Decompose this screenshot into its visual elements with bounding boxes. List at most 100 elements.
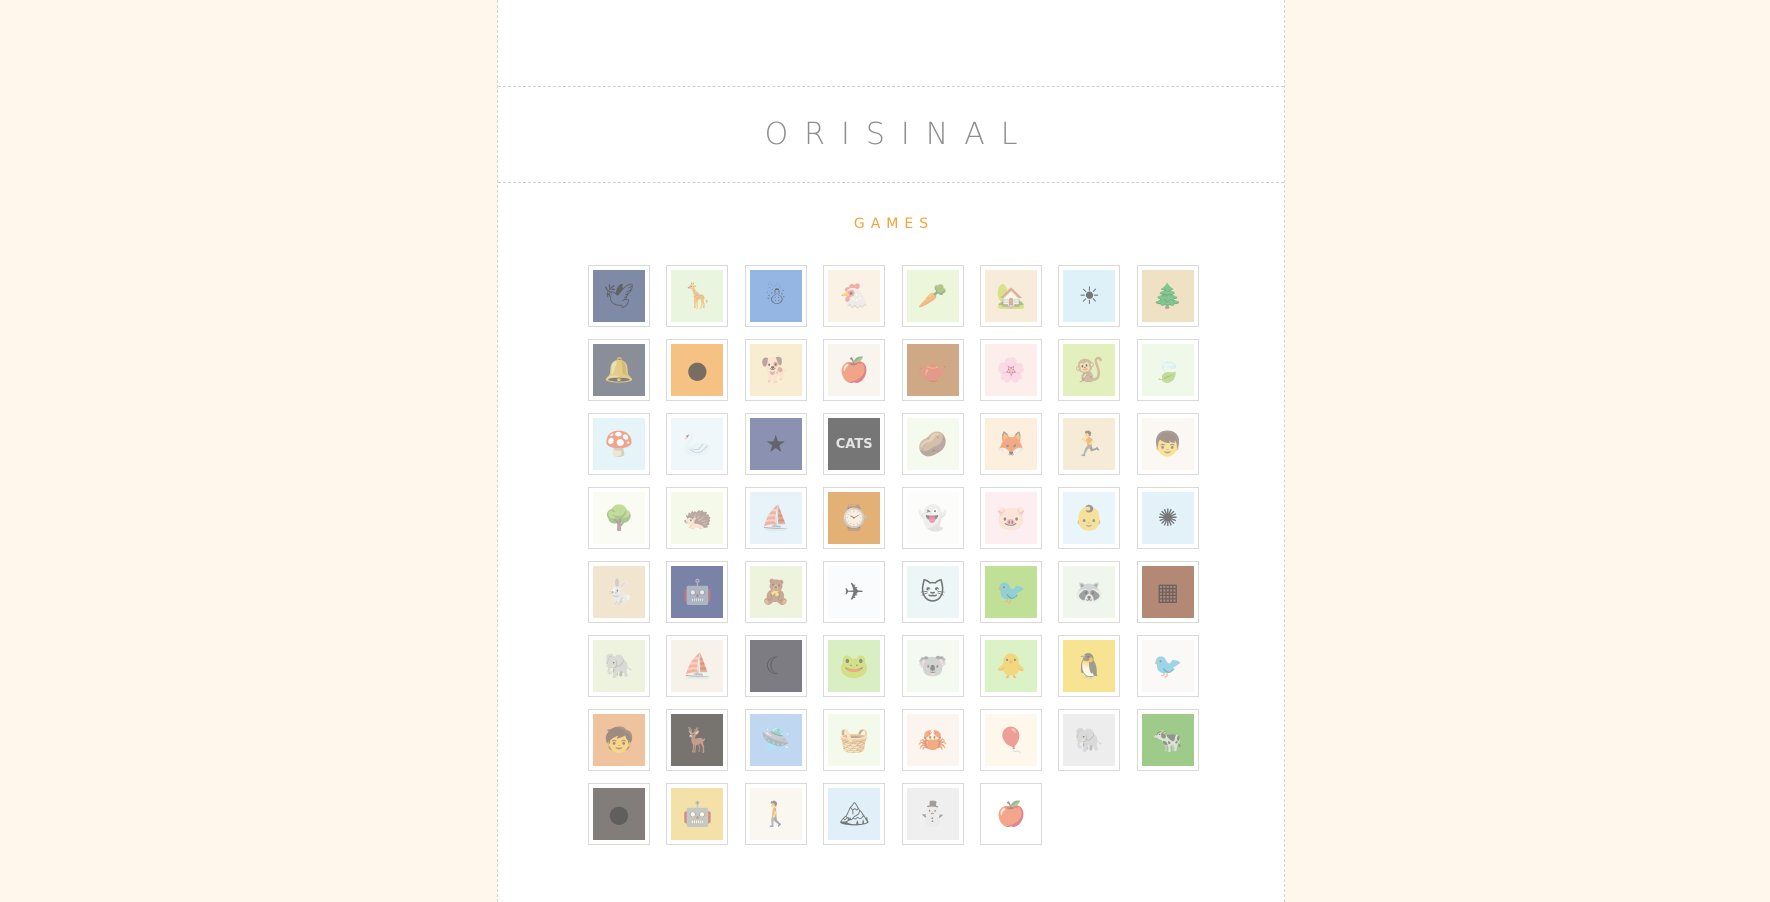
carrot-icon: 🥕 [906, 270, 959, 322]
crescent-moon-icon: ☾ [749, 640, 802, 692]
game-tile[interactable]: 🛸 [744, 709, 807, 771]
game-thumbnail-glyph: ● [686, 356, 708, 384]
game-thumbnail-glyph: 🦢 [682, 430, 713, 458]
game-tile[interactable]: ☾ [744, 635, 807, 697]
crab-icon: 🦀 [906, 714, 959, 766]
game-thumbnail-glyph: 🧒 [604, 726, 634, 754]
game-tile[interactable]: 🐧 [1058, 635, 1121, 697]
game-tile[interactable]: 🌸 [979, 339, 1042, 401]
game-tile[interactable]: ⌚ [823, 487, 886, 549]
game-tile[interactable]: 🤖 [666, 561, 729, 623]
game-tile[interactable]: ⛵ [744, 487, 807, 549]
game-tile[interactable]: 🐕 [744, 339, 807, 401]
star-icon: ★ [749, 418, 802, 470]
game-tile[interactable]: 🧺 [823, 709, 886, 771]
game-thumbnail-glyph: 🐨 [917, 652, 948, 680]
game-tile[interactable]: 🦝 [1058, 561, 1121, 623]
game-tile[interactable]: 🌳 [588, 487, 650, 549]
game-thumbnail-glyph: CATS [835, 436, 873, 452]
game-tile[interactable]: 🕊 [588, 265, 650, 327]
game-thumbnail-glyph: 🍎 [839, 356, 870, 384]
game-tile[interactable]: 🧸 [744, 561, 807, 623]
game-tile[interactable]: 🍎 [823, 339, 886, 401]
game-thumbnail-glyph: 🎈 [996, 726, 1026, 754]
game-tile[interactable]: 🏃 [1058, 413, 1121, 475]
game-thumbnail-glyph: 🦝 [1074, 578, 1105, 606]
game-thumbnail-glyph: 🏡 [996, 282, 1026, 310]
game-tile[interactable]: 🫖 [901, 339, 964, 401]
game-tile[interactable]: ▦ [1136, 561, 1199, 623]
game-tile[interactable]: 🦀 [901, 709, 964, 771]
game-tile[interactable]: ☃ [744, 265, 807, 327]
game-tile[interactable]: 👶 [1058, 487, 1121, 549]
game-tile[interactable]: 🍎 [979, 783, 1042, 845]
game-tile[interactable]: 🍄 [588, 413, 650, 475]
game-thumbnail-glyph: 🥕 [917, 282, 948, 310]
running-boy-icon: 🏃 [1063, 418, 1116, 470]
game-tile[interactable]: 🥔 [901, 413, 964, 475]
game-tile[interactable]: 🐱 [901, 561, 964, 623]
game-tile[interactable]: 🐒 [1058, 339, 1121, 401]
ghost-icon: 👻 [906, 492, 959, 544]
game-tile[interactable]: 🐄 [1136, 709, 1199, 771]
chicks-umbrella-icon: 🐥 [984, 640, 1037, 692]
game-thumbnail-glyph: ☃ [765, 282, 787, 310]
game-thumbnail-glyph: 🐦 [1152, 652, 1183, 680]
game-tile[interactable]: 🐇 [588, 561, 650, 623]
game-tile[interactable]: 🦌 [666, 709, 729, 771]
game-tile[interactable]: ● [666, 339, 729, 401]
game-tile[interactable]: 👦 [1136, 413, 1199, 475]
game-tile[interactable]: 🐦 [979, 561, 1042, 623]
game-thumbnail-glyph: 🤖 [682, 578, 713, 606]
color-blocks-icon: ▦ [1141, 566, 1194, 618]
forest-light-icon: 🌲 [1141, 270, 1194, 322]
game-thumbnail-glyph: 🏔 [838, 800, 870, 828]
game-tile[interactable]: 🚶 [744, 783, 807, 845]
game-tile[interactable]: ✺ [1136, 487, 1199, 549]
game-thumbnail-glyph: 🍃 [1152, 356, 1183, 384]
game-tile[interactable]: ⛄ [901, 783, 964, 845]
game-tile[interactable]: 🐨 [901, 635, 964, 697]
game-tile[interactable]: 🐘 [1058, 709, 1121, 771]
game-tile[interactable]: 🦢 [666, 413, 729, 475]
sea-urchin-icon: ✺ [1141, 492, 1194, 544]
game-tile[interactable]: 🐔 [823, 265, 886, 327]
game-thumbnail-glyph: ▦ [1156, 578, 1180, 606]
game-tile[interactable]: 🍃 [1136, 339, 1199, 401]
night-robot-icon: 🤖 [671, 566, 724, 618]
game-tile[interactable]: ● [588, 783, 650, 845]
game-tile[interactable]: 🐸 [823, 635, 886, 697]
hedgehog-icon: 🦔 [671, 492, 724, 544]
game-tile[interactable]: 🐦 [1136, 635, 1199, 697]
game-tile[interactable]: 🏔 [823, 783, 886, 845]
game-thumbnail-glyph: 🧺 [839, 726, 870, 754]
game-tile[interactable]: ★ [744, 413, 807, 475]
game-tile[interactable]: ⛵ [666, 635, 729, 697]
game-tile[interactable]: 🏡 [979, 265, 1042, 327]
game-tile[interactable]: 🐷 [979, 487, 1042, 549]
game-tile[interactable]: 🦔 [666, 487, 729, 549]
game-tile[interactable]: 🌲 [1136, 265, 1199, 327]
game-tile[interactable]: ✈ [823, 561, 886, 623]
site-logo[interactable]: ORISINAL [749, 117, 1034, 152]
bell-icon: 🔔 [593, 344, 645, 396]
game-tile[interactable]: 🐘 [588, 635, 650, 697]
pink-bird-icon: 🐦 [1141, 640, 1194, 692]
game-tile[interactable]: 🦒 [666, 265, 729, 327]
game-tile[interactable]: 🐥 [979, 635, 1042, 697]
game-thumbnail-glyph: 🦌 [682, 726, 713, 754]
game-tile[interactable]: ☀ [1058, 265, 1121, 327]
window-apple-icon: 🍎 [828, 344, 881, 396]
cats-icon: CATS [828, 418, 881, 470]
cottage-icon: 🏡 [984, 270, 1037, 322]
game-tile[interactable]: 🔔 [588, 339, 650, 401]
game-tile[interactable]: 🎈 [979, 709, 1042, 771]
game-tile[interactable]: 🧒 [588, 709, 650, 771]
game-thumbnail-glyph: 🌸 [996, 356, 1026, 384]
game-tile[interactable]: 👻 [901, 487, 964, 549]
game-tile[interactable]: 🥕 [901, 265, 964, 327]
game-tile[interactable]: CATS [823, 413, 886, 475]
game-tile[interactable]: 🦊 [979, 413, 1042, 475]
game-tile[interactable]: 🤖 [666, 783, 729, 845]
game-thumbnail-glyph: 🤖 [682, 800, 713, 828]
